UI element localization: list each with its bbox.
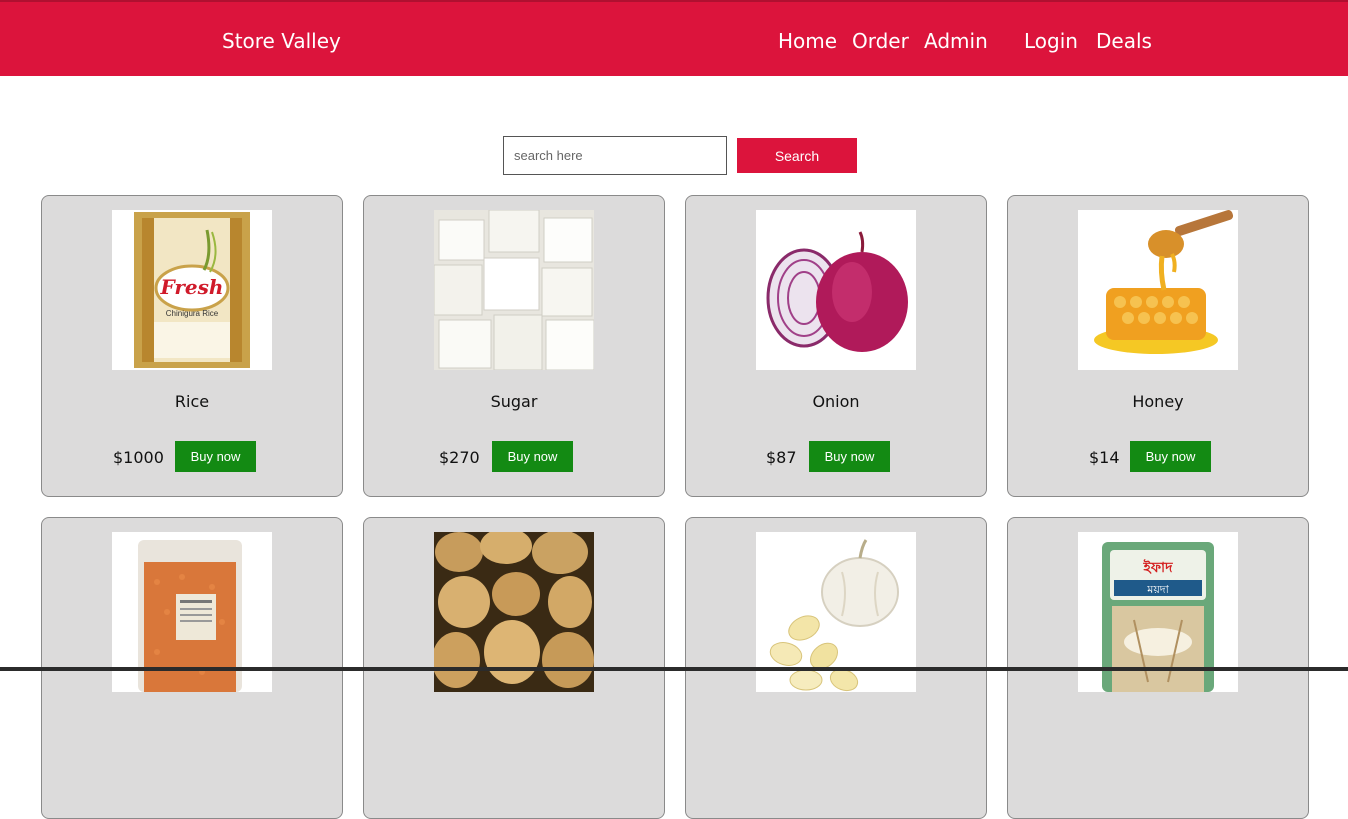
buy-now-button[interactable]: Buy now bbox=[1130, 441, 1211, 472]
product-image-sugar[interactable] bbox=[434, 210, 594, 370]
svg-text:ময়দা: ময়দা bbox=[1146, 583, 1169, 596]
product-price: $14 bbox=[1089, 448, 1120, 467]
search-button[interactable]: Search bbox=[737, 138, 857, 173]
product-image-rice[interactable]: Fresh Chinigura Rice bbox=[112, 210, 272, 370]
bottom-scroll-edge bbox=[0, 667, 1348, 671]
product-name: Honey bbox=[1132, 392, 1184, 411]
product-price: $87 bbox=[766, 448, 797, 467]
product-card: Sugar $270 Buy now bbox=[363, 195, 665, 497]
nav-home[interactable]: Home bbox=[778, 29, 837, 53]
nav-order[interactable]: Order bbox=[852, 29, 909, 53]
buy-now-button[interactable]: Buy now bbox=[175, 441, 256, 472]
svg-text:Fresh: Fresh bbox=[160, 275, 224, 299]
product-card: Fresh Chinigura Rice Rice $1000 Buy now bbox=[41, 195, 343, 497]
product-name: Onion bbox=[812, 392, 860, 411]
product-name: Sugar bbox=[490, 392, 538, 411]
svg-text:Chinigura Rice: Chinigura Rice bbox=[166, 309, 219, 318]
product-card: Honey $14 Buy now bbox=[1007, 195, 1309, 497]
nav-deals[interactable]: Deals bbox=[1096, 29, 1152, 53]
nav-login[interactable]: Login bbox=[1024, 29, 1078, 53]
product-price: $270 bbox=[439, 448, 480, 467]
product-price: $1000 bbox=[113, 448, 164, 467]
product-image-honey[interactable] bbox=[1078, 210, 1238, 370]
search-input[interactable] bbox=[503, 136, 727, 175]
product-card: Onion $87 Buy now bbox=[685, 195, 987, 497]
buy-now-button[interactable]: Buy now bbox=[809, 441, 890, 472]
buy-now-button[interactable]: Buy now bbox=[492, 441, 573, 472]
product-name: Rice bbox=[174, 392, 210, 411]
brand-logo-text[interactable]: Store Valley bbox=[222, 29, 341, 53]
product-image-onion[interactable] bbox=[756, 210, 916, 370]
svg-text:ইফাদ: ইফাদ bbox=[1143, 558, 1174, 576]
navbar: Store Valley Home Order Admin Login Deal… bbox=[0, 0, 1348, 76]
nav-admin[interactable]: Admin bbox=[924, 29, 988, 53]
